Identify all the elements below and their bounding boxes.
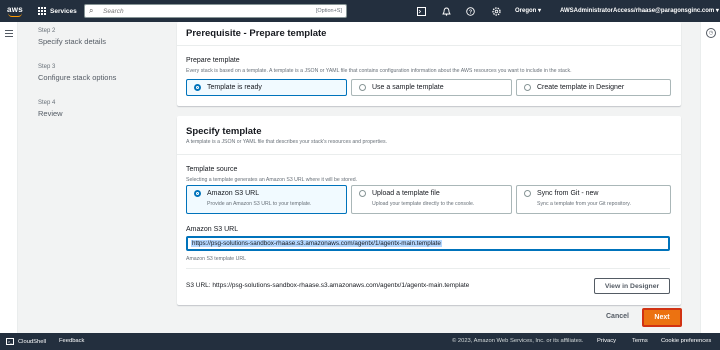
specify-template-panel: Specify template A template is a JSON or… <box>177 116 681 305</box>
step-name: Specify stack details <box>38 37 106 46</box>
cloudshell-icon: >_ <box>6 338 14 345</box>
specify-template-title: Specify template <box>186 126 262 137</box>
search-box[interactable]: ⌕ [Option+S] <box>84 4 347 18</box>
step-number: Step 3 <box>38 64 56 70</box>
right-side-rail: ◷ <box>700 22 720 333</box>
option-use-sample-template[interactable]: Use a sample template <box>351 79 512 96</box>
aws-smile-icon <box>8 13 22 17</box>
cancel-button[interactable]: Cancel <box>606 313 629 320</box>
panel-divider <box>186 268 670 269</box>
s3-url-display: S3 URL: https://psg-solutions-sandbox-rh… <box>186 282 470 289</box>
radio-button[interactable] <box>359 84 366 91</box>
panel-divider <box>177 45 681 46</box>
panel-divider <box>177 154 681 155</box>
step-number: Step 4 <box>38 100 56 106</box>
amazon-s3-url-input[interactable]: https://psg-solutions-sandbox-rhaase.s3.… <box>186 236 670 251</box>
template-source-label: Template source <box>186 166 238 173</box>
radio-button[interactable] <box>194 190 201 197</box>
info-panel-icon[interactable]: ◷ <box>706 28 716 38</box>
option-label: Amazon S3 URL <box>207 190 260 197</box>
option-label: Use a sample template <box>372 84 444 91</box>
terms-link[interactable]: Terms <box>632 338 648 344</box>
radio-button[interactable] <box>524 190 531 197</box>
svg-text:?: ? <box>468 9 471 15</box>
privacy-link[interactable]: Privacy <box>597 338 616 344</box>
region-selector[interactable]: Oregon ▾ <box>515 7 541 14</box>
prepare-template-label: Prepare template <box>186 57 240 64</box>
prerequisite-title: Prerequisite - Prepare template <box>186 28 327 39</box>
feedback-link[interactable]: Feedback <box>59 338 84 344</box>
cloudshell-label: CloudShell <box>18 338 47 345</box>
amazon-s3-url-hint: Amazon S3 template URL <box>186 256 246 262</box>
view-in-designer-button[interactable]: View in Designer <box>594 278 670 294</box>
hamburger-menu-icon[interactable] <box>5 30 13 39</box>
services-label: Services <box>50 7 77 15</box>
cookie-preferences-link[interactable]: Cookie preferences <box>661 338 711 344</box>
option-sync-from-git[interactable]: Sync from Git - new Sync a template from… <box>516 185 671 214</box>
left-side-rail <box>0 22 18 333</box>
step-2[interactable]: Step 2 Specify stack details <box>38 28 106 46</box>
option-description: Provide an Amazon S3 URL to your templat… <box>207 201 312 207</box>
amazon-s3-url-label: Amazon S3 URL <box>186 226 239 233</box>
option-upload-template-file[interactable]: Upload a template file Upload your templ… <box>351 185 512 214</box>
notifications-bell-icon[interactable] <box>440 5 452 17</box>
next-button[interactable]: Next <box>642 308 682 327</box>
prerequisite-panel: Prerequisite - Prepare template Prepare … <box>177 22 681 106</box>
option-description: Sync a template from your Git repository… <box>537 201 631 207</box>
specify-template-description: A template is a JSON or YAML file that d… <box>186 139 387 145</box>
footer: >_ CloudShell Feedback © 2023, Amazon We… <box>0 333 720 350</box>
radio-button[interactable] <box>524 84 531 91</box>
account-menu[interactable]: AWSAdministratorAccess/rhaase@paragonsgi… <box>560 7 719 14</box>
cloudshell-footer-link[interactable]: >_ CloudShell <box>6 338 46 345</box>
radio-button[interactable] <box>194 84 201 91</box>
cloudshell-icon[interactable] <box>415 5 427 17</box>
step-number: Step 2 <box>38 28 56 34</box>
services-grid-icon <box>38 7 46 15</box>
step-3[interactable]: Step 3 Configure stack options <box>38 64 116 82</box>
option-description: Upload your template directly to the con… <box>372 201 475 207</box>
option-label: Upload a template file <box>372 190 440 197</box>
settings-gear-icon[interactable] <box>490 5 502 17</box>
radio-button[interactable] <box>359 190 366 197</box>
prepare-template-description: Every stack is based on a template. A te… <box>186 68 572 74</box>
copyright-text: © 2023, Amazon Web Services, Inc. or its… <box>452 338 584 344</box>
option-label: Create template in Designer <box>537 84 625 91</box>
option-label: Template is ready <box>207 84 262 91</box>
amazon-s3-url-value: https://psg-solutions-sandbox-rhaase.s3.… <box>191 240 442 247</box>
template-source-description: Selecting a template generates an Amazon… <box>186 177 358 183</box>
services-menu[interactable]: Services <box>38 7 77 15</box>
step-name: Configure stack options <box>38 73 117 82</box>
step-name: Review <box>38 109 63 118</box>
aws-logo[interactable]: aws <box>0 0 30 22</box>
search-input[interactable] <box>103 7 316 15</box>
search-shortcut: [Option+S] <box>315 8 342 14</box>
top-navigation: aws Services ⌕ [Option+S] ? Oregon ▾ AWS… <box>0 0 720 22</box>
help-icon[interactable]: ? <box>464 5 476 17</box>
search-icon: ⌕ <box>89 6 94 15</box>
option-label: Sync from Git - new <box>537 190 599 197</box>
option-template-is-ready[interactable]: Template is ready <box>186 79 347 96</box>
option-create-in-designer[interactable]: Create template in Designer <box>516 79 671 96</box>
step-4[interactable]: Step 4 Review <box>38 100 63 118</box>
option-amazon-s3-url[interactable]: Amazon S3 URL Provide an Amazon S3 URL t… <box>186 185 347 214</box>
